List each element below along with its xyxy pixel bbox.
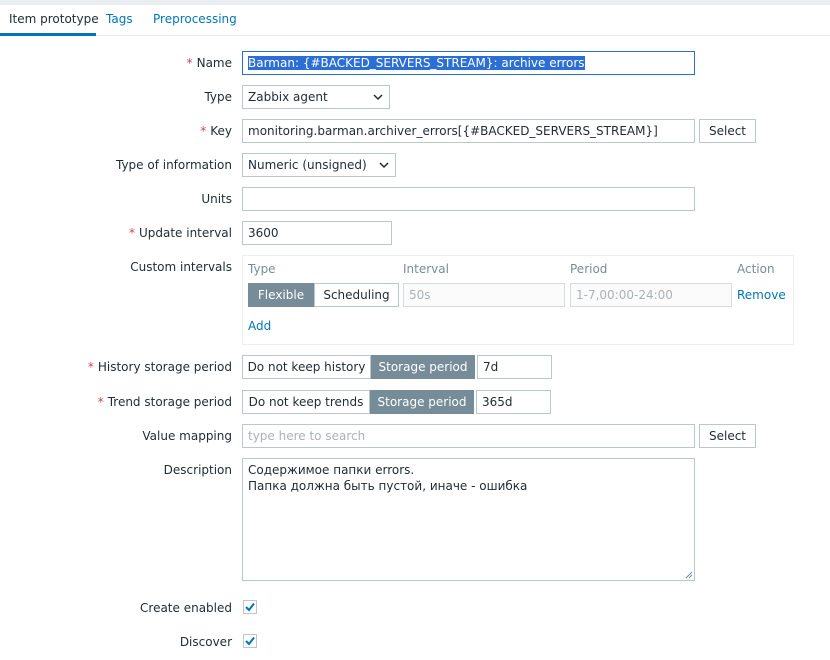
value-mapping-select-button[interactable]: Select: [699, 424, 756, 448]
scheduling-toggle[interactable]: Scheduling: [314, 283, 399, 307]
history-storage-period-toggle[interactable]: Storage period: [371, 355, 475, 379]
trend-storage-period-toggle[interactable]: Storage period: [370, 390, 474, 414]
discover-checkbox[interactable]: [243, 634, 257, 648]
create-enabled-checkbox[interactable]: [243, 600, 257, 614]
update-interval-label: * Update interval: [128, 226, 232, 240]
name-input-value: Barman: {#BACKED_SERVERS_STREAM}: archiv…: [248, 56, 585, 70]
active-tab-indicator: [0, 33, 96, 36]
create-enabled-label: Create enabled: [140, 601, 232, 615]
name-input[interactable]: Barman: {#BACKED_SERVERS_STREAM}: archiv…: [242, 51, 695, 75]
history-storage-input[interactable]: 7d: [477, 355, 552, 379]
description-label: Description: [163, 463, 232, 477]
description-line: Папка должна быть пустой, иначе - ошибка: [248, 479, 528, 493]
custom-intervals-header-type: Type: [248, 262, 276, 276]
custom-intervals-header-period: Period: [570, 262, 608, 276]
key-select-button[interactable]: Select: [699, 119, 756, 143]
discover-label: Discover: [179, 635, 232, 649]
type-of-information-label: Type of information: [115, 158, 232, 172]
do-not-keep-trends-toggle[interactable]: Do not keep trends: [242, 390, 370, 414]
required-marker: *: [186, 56, 193, 70]
flexible-toggle[interactable]: Flexible: [248, 283, 314, 307]
trend-storage-input[interactable]: 365d: [476, 390, 551, 414]
units-label: Units: [201, 192, 232, 206]
do-not-keep-history-toggle[interactable]: Do not keep history: [242, 355, 371, 379]
required-marker: *: [87, 360, 94, 374]
chevron-down-icon: [373, 94, 383, 101]
chevron-down-icon: [379, 162, 389, 169]
custom-interval-input[interactable]: 50s: [403, 283, 565, 307]
history-storage-label: * History storage period: [87, 360, 232, 374]
tab-bar: Item prototype Tags Preprocessing: [0, 5, 830, 36]
trend-storage-label: * Trend storage period: [97, 395, 232, 409]
type-select-value: Zabbix agent: [248, 90, 328, 104]
required-marker: *: [128, 226, 135, 240]
key-label: * Key: [200, 124, 232, 138]
key-input[interactable]: monitoring.barman.archiver_errors[{#BACK…: [242, 119, 695, 143]
value-mapping-input[interactable]: type here to search: [242, 424, 695, 448]
description-line: Содержимое папки errors.: [248, 463, 415, 477]
custom-period-input[interactable]: 1-7,00:00-24:00: [570, 283, 732, 307]
required-marker: *: [97, 395, 104, 409]
custom-intervals-header-action: Action: [737, 262, 775, 276]
description-textarea[interactable]: Содержимое папки errors. Папка должна бы…: [242, 458, 695, 581]
tab-tags[interactable]: Tags: [106, 12, 133, 26]
update-interval-input[interactable]: 3600: [242, 221, 392, 245]
checkmark-icon: [245, 636, 255, 646]
units-input[interactable]: [242, 187, 695, 211]
required-marker: *: [200, 124, 207, 138]
value-mapping-placeholder: type here to search: [248, 429, 366, 443]
value-mapping-label: Value mapping: [142, 429, 232, 443]
type-select[interactable]: Zabbix agent: [242, 85, 390, 109]
remove-interval-link[interactable]: Remove: [737, 288, 786, 302]
custom-intervals-label: Custom intervals: [130, 260, 232, 274]
tab-preprocessing[interactable]: Preprocessing: [153, 12, 237, 26]
type-of-information-select[interactable]: Numeric (unsigned): [242, 153, 396, 177]
add-interval-link[interactable]: Add: [248, 319, 271, 333]
name-label: * Name: [186, 56, 232, 70]
resize-handle-icon[interactable]: [685, 571, 693, 579]
custom-intervals-header-interval: Interval: [403, 262, 449, 276]
checkmark-icon: [245, 602, 255, 612]
type-label: Type: [204, 90, 232, 104]
type-of-information-value: Numeric (unsigned): [248, 158, 367, 172]
tab-item-prototype[interactable]: Item prototype: [9, 12, 99, 26]
